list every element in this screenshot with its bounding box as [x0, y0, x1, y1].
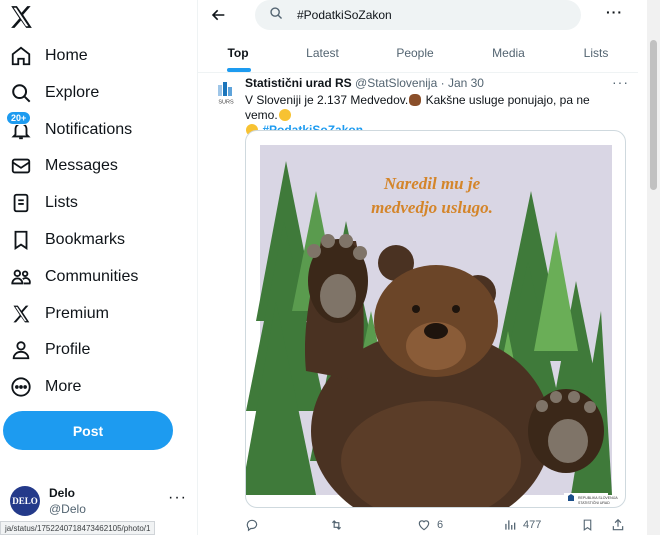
- reply-button[interactable]: [245, 515, 265, 535]
- sidebar: Home Explore 20+ Notifications Messages: [0, 0, 198, 535]
- tab-top[interactable]: Top: [198, 34, 278, 72]
- avatar-text: SURS: [218, 100, 234, 106]
- nav-explore[interactable]: Explore: [8, 76, 99, 110]
- tweet[interactable]: SURS Statistični urad RS @StatSlovenija …: [198, 74, 638, 535]
- twitter-app: Home Explore 20+ Notifications Messages: [0, 0, 660, 535]
- post-button[interactable]: Post: [3, 411, 173, 450]
- avatar[interactable]: SURS: [212, 78, 240, 106]
- separator: ·: [440, 76, 445, 90]
- tab-latest[interactable]: Latest: [278, 34, 367, 72]
- like-count: 6: [437, 519, 444, 531]
- active-tab-indicator: [227, 68, 251, 72]
- envelope-icon: [8, 153, 34, 179]
- tweet-actions: 6 477: [245, 515, 625, 535]
- x-logo-icon: [8, 301, 34, 327]
- nav-premium[interactable]: Premium: [8, 297, 109, 331]
- heart-icon: [418, 520, 430, 531]
- like-button[interactable]: 6: [417, 515, 443, 535]
- nav-label: Notifications: [45, 121, 133, 138]
- list-icon: [8, 190, 34, 216]
- account-name: Delo: [49, 486, 76, 500]
- nav-label: Profile: [45, 341, 91, 358]
- notification-badge: 20+: [6, 111, 32, 125]
- x-logo-icon[interactable]: [8, 4, 36, 32]
- author-name[interactable]: Statistični urad RS: [245, 76, 352, 90]
- retweet-icon: [332, 520, 341, 530]
- bookmark-button[interactable]: [581, 515, 594, 535]
- browser-status-url: ja/status/1752240718473462105/photo/1: [0, 521, 156, 535]
- nav-messages[interactable]: Messages: [8, 149, 118, 183]
- bear-illustration: Naredil mu je medvedjo uslugo. REPUBLIKA…: [246, 145, 618, 507]
- account-switcher[interactable]: DELO Delo @Delo ···: [10, 483, 190, 519]
- search-icon: [269, 6, 283, 25]
- tab-people[interactable]: People: [367, 34, 463, 72]
- search-bar[interactable]: [255, 0, 581, 30]
- nav-profile[interactable]: Profile: [8, 333, 90, 367]
- scrollbar-thumb[interactable]: [650, 40, 657, 190]
- nav-label: Bookmarks: [45, 231, 126, 248]
- account-info: Delo @Delo: [49, 486, 86, 516]
- person-icon: [8, 337, 34, 363]
- image-title-line-1: Naredil mu je: [383, 174, 481, 193]
- bookmark-icon: [583, 519, 592, 531]
- nav-home[interactable]: Home: [8, 39, 88, 73]
- nav-label: Communities: [45, 268, 139, 285]
- tweet-header: Statistični urad RS @StatSlovenija · Jan…: [245, 76, 484, 90]
- nav-label: Explore: [45, 84, 100, 101]
- nav-more[interactable]: More: [8, 370, 81, 404]
- bar-chart-icon: [505, 520, 516, 530]
- more-circle-icon: [8, 374, 34, 400]
- back-arrow-icon[interactable]: [208, 4, 230, 26]
- nav-communities[interactable]: Communities: [8, 260, 138, 294]
- image-logo-line-1: REPUBLIKA SLOVENIJA: [578, 496, 618, 500]
- retweet-button[interactable]: [329, 515, 350, 535]
- scrollbar[interactable]: [647, 0, 660, 535]
- nav-label: Home: [45, 47, 88, 64]
- nav-notifications[interactable]: 20+ Notifications: [6, 111, 133, 147]
- nav-bookmarks[interactable]: Bookmarks: [8, 223, 125, 257]
- views-button[interactable]: 477: [503, 515, 541, 535]
- nav-label: Premium: [45, 305, 110, 322]
- tab-lists[interactable]: Lists: [554, 34, 638, 72]
- bookmark-icon: [8, 227, 34, 253]
- tweet-image[interactable]: Naredil mu je medvedjo uslugo. REPUBLIKA…: [245, 130, 626, 508]
- author-handle[interactable]: @StatSlovenija: [355, 76, 437, 90]
- more-horizontal-icon[interactable]: ···: [168, 489, 187, 507]
- share-button[interactable]: [611, 515, 625, 535]
- search-icon: [8, 80, 34, 106]
- nav-label: Lists: [45, 194, 78, 211]
- tweet-text-part: V Sloveniji je 2.137 Medvedov.: [245, 93, 409, 107]
- search-input[interactable]: [297, 8, 557, 22]
- tab-media[interactable]: Media: [463, 34, 554, 72]
- tweet-date[interactable]: Jan 30: [448, 76, 484, 90]
- bear-emoji-icon: [409, 94, 422, 106]
- people-icon: [8, 264, 34, 290]
- home-icon: [8, 43, 34, 69]
- account-handle: @Delo: [49, 502, 86, 516]
- share-icon: [612, 518, 624, 531]
- view-count: 477: [523, 519, 542, 531]
- more-options-icon[interactable]: ···: [606, 4, 623, 20]
- image-logo-line-2: STATISTIČNI URAD: [578, 500, 610, 505]
- main-column: ··· Top Latest People Media Lists SURS S…: [198, 0, 638, 535]
- image-title-line-2: medvedjo uslugo.: [371, 198, 493, 217]
- avatar: DELO: [10, 486, 40, 516]
- nav-lists[interactable]: Lists: [8, 186, 78, 220]
- search-tabs: Top Latest People Media Lists: [198, 34, 638, 73]
- bell-icon: 20+: [6, 111, 34, 143]
- nav-label: Messages: [45, 157, 118, 174]
- reply-icon: [246, 519, 258, 532]
- more-horizontal-icon[interactable]: ···: [612, 74, 629, 90]
- upside-down-face-emoji-icon: [278, 109, 291, 121]
- nav-label: More: [45, 378, 82, 395]
